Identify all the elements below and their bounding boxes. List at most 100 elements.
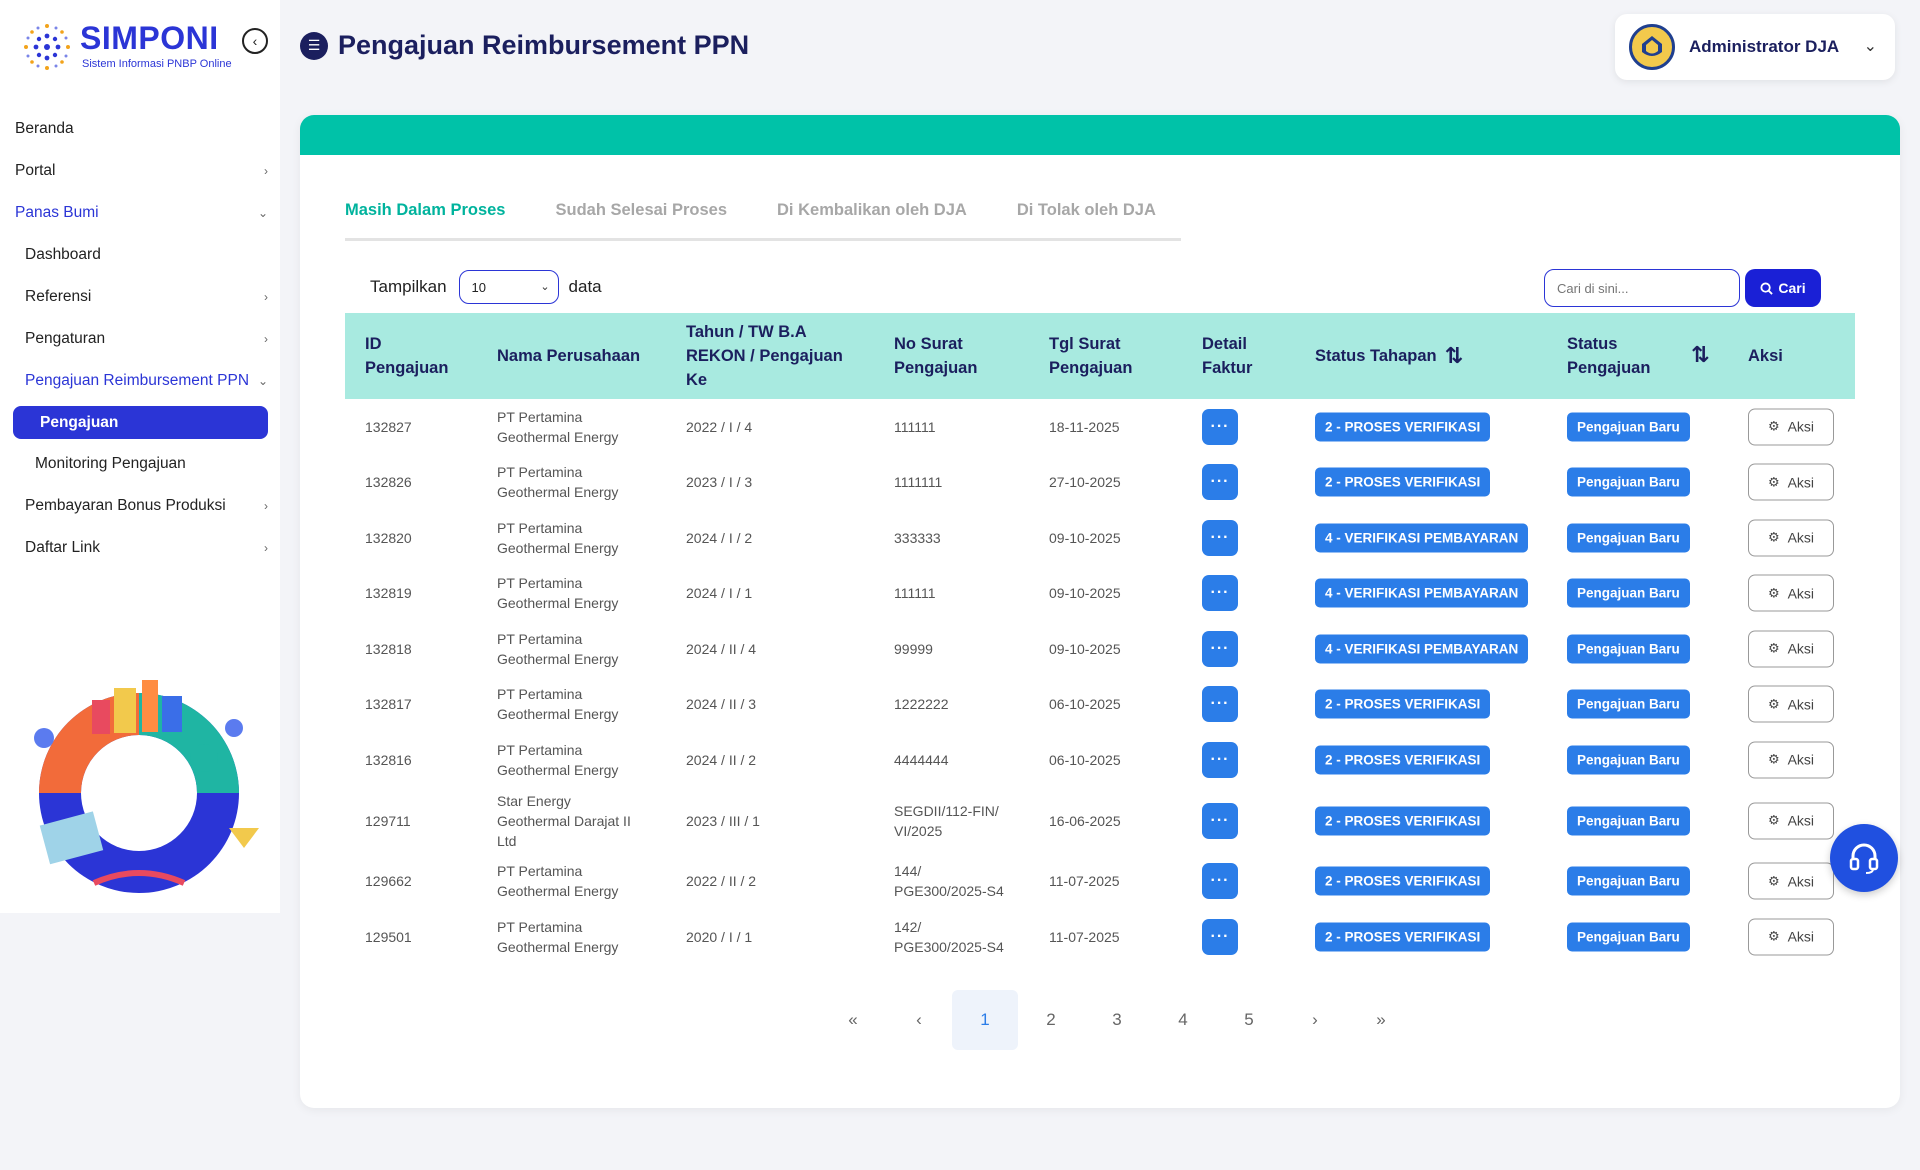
stage-badge: 2 - PROSES VERIFIKASI [1315,922,1491,952]
table-row: 132826 PT Pertamina Geothermal Energy 2023 … [345,455,1855,511]
detail-faktur-button[interactable]: ··· [1202,519,1238,556]
sidebar-item-daftar-link[interactable]: Daftar Link › [0,527,280,569]
sidebar-item-pengajuan[interactable]: Pengajuan [13,406,268,439]
sort-icon[interactable]: ⇅ [1691,342,1709,367]
tab-masih-dalam-proses[interactable]: Masih Dalam Proses [345,195,531,238]
last-page-button[interactable]: » [1348,990,1414,1050]
page-button-5[interactable]: 5 [1216,990,1282,1050]
status-badge: Pengajuan Baru [1567,467,1690,497]
cell-stage: 4 - VERIFIKASI PEMBAYARAN [1315,523,1529,553]
cell-letter-no: 1111111 [894,474,943,491]
sidebar-item-bonus-produksi[interactable]: Pembayaran Bonus Produksi › [0,485,280,527]
sidebar-item-monitoring-pengajuan[interactable]: Monitoring Pengajuan [0,443,280,485]
aksi-button[interactable]: ⚙ Aksi [1748,463,1834,501]
sidebar-item-panas-bumi[interactable]: Panas Bumi ⌄ [0,192,280,234]
sidebar-item-label: Pembayaran Bonus Produksi [25,497,226,514]
page-button-3[interactable]: 3 [1084,990,1150,1050]
cell-period: 2024 / II / 2 [686,751,757,768]
cell-period: 2024 / I / 1 [686,585,753,602]
aksi-label: Aksi [1787,812,1815,829]
aksi-button[interactable]: ⚙ Aksi [1748,741,1834,779]
cell-stage: 2 - PROSES VERIFIKASI [1315,745,1491,775]
cell-stage: 2 - PROSES VERIFIKASI [1315,467,1491,497]
list-icon: ☰ [300,31,328,60]
page-size-select[interactable]: 10 ⌄ [458,270,559,304]
simponi-logo[interactable]: SIMPONI Sistem Informasi PNBP Online [18,18,238,80]
stage-badge: 2 - PROSES VERIFIKASI [1315,806,1491,835]
detail-faktur-button[interactable]: ··· [1202,863,1238,900]
cell-period: 2023 / I / 3 [686,474,753,491]
tab-ditolak[interactable]: Di Tolak oleh DJA [992,195,1181,238]
ministry-emblem-icon [1629,24,1675,70]
search-input[interactable] [1544,269,1740,307]
cell-action: ⚙ Aksi [1748,574,1834,612]
cell-action: ⚙ Aksi [1748,741,1834,779]
cell-stage: 2 - PROSES VERIFIKASI [1315,922,1491,952]
detail-faktur-button[interactable]: ··· [1202,918,1238,955]
aksi-button[interactable]: ⚙ Aksi [1748,802,1834,839]
cell-status: Pengajuan Baru [1567,634,1690,664]
detail-faktur-button[interactable]: ··· [1202,575,1238,612]
sidebar-item-beranda[interactable]: Beranda [0,108,280,150]
first-page-button[interactable]: « [820,990,886,1050]
aksi-button[interactable]: ⚙ Aksi [1748,519,1834,557]
table-row: 129662 PT Pertamina Geothermal Energy 2022 … [345,854,1855,910]
aksi-button[interactable]: ⚙ Aksi [1748,630,1834,668]
page-button-2[interactable]: 2 [1018,990,1084,1050]
submissions-table: ID Pengajuan Nama Perusahaan Tahun / TW B… [345,313,1855,965]
detail-faktur-button[interactable]: ··· [1202,408,1238,445]
table-header: ID Pengajuan Nama Perusahaan Tahun / TW B… [345,313,1855,399]
collapse-sidebar-button[interactable]: ‹ [242,28,268,54]
tab-sudah-selesai-proses[interactable]: Sudah Selesai Proses [531,195,753,238]
page-button-4[interactable]: 4 [1150,990,1216,1050]
cell-period: 2020 / I / 1 [686,928,753,945]
sidebar-item-portal[interactable]: Portal › [0,150,280,192]
cell-period: 2023 / III / 1 [686,812,760,829]
aksi-label: Aksi [1787,873,1815,890]
sidebar-item-label: Pengaturan [25,330,106,347]
detail-faktur-button[interactable]: ··· [1202,464,1238,501]
aksi-button[interactable]: ⚙ Aksi [1748,685,1834,723]
next-page-button[interactable]: › [1282,990,1348,1050]
cell-id: 129662 [365,873,412,890]
detail-faktur-button[interactable]: ··· [1202,802,1238,839]
search-button[interactable]: Cari [1745,269,1821,307]
sort-status-button[interactable]: ⇅ [1683,343,1709,369]
sidebar-item-pengaturan[interactable]: Pengaturan › [0,318,280,360]
pagination: « ‹ 1 2 3 4 5 › » [820,990,1414,1050]
sidebar-item-label: Daftar Link [25,539,100,556]
tab-dikembalikan[interactable]: Di Kembalikan oleh DJA [752,195,992,238]
page-button-1[interactable]: 1 [952,990,1018,1050]
prev-page-button[interactable]: ‹ [886,990,952,1050]
cell-stage: 2 - PROSES VERIFIKASI [1315,866,1491,896]
sort-icon[interactable]: ⇅ [1445,344,1463,368]
user-menu[interactable]: Administrator DJA ⌄ [1615,14,1895,80]
aksi-button[interactable]: ⚙ Aksi [1748,918,1834,956]
sidebar-item-reimbursement-ppn[interactable]: Pengajuan Reimbursement PPN ⌄ [0,360,280,402]
aksi-button[interactable]: ⚙ Aksi [1748,574,1834,612]
status-badge: Pengajuan Baru [1567,689,1690,719]
gear-icon: ⚙ [1767,529,1780,545]
header-stage[interactable]: Status Tahapan ⇅ [1315,344,1463,368]
detail-faktur-button[interactable]: ··· [1202,630,1238,667]
aksi-button[interactable]: ⚙ Aksi [1748,408,1834,446]
cell-action: ⚙ Aksi [1748,685,1834,723]
gear-icon: ⚙ [1767,812,1780,828]
cell-id: 132818 [365,640,412,657]
detail-faktur-button[interactable]: ··· [1202,686,1238,723]
stage-badge: 4 - VERIFIKASI PEMBAYARAN [1315,578,1529,608]
detail-faktur-button[interactable]: ··· [1202,741,1238,778]
sidebar-item-referensi[interactable]: Referensi › [0,276,280,318]
cell-id: 132827 [365,418,412,435]
aksi-button[interactable]: ⚙ Aksi [1748,862,1834,900]
status-badge: Pengajuan Baru [1567,412,1690,442]
main-card: Masih Dalam Proses Sudah Selesai Proses … [300,115,1900,1108]
cell-company: PT Pertamina Geothermal Energy [497,918,619,955]
help-button[interactable] [1830,824,1898,892]
cell-letter-no: 99999 [894,640,933,657]
cell-detail: ··· [1202,863,1238,900]
cell-id: 132816 [365,751,412,768]
sidebar-item-dashboard[interactable]: Dashboard [0,234,280,276]
table-row: 132817 PT Pertamina Geothermal Energy 2024 … [345,677,1855,733]
headset-icon [1849,843,1879,874]
